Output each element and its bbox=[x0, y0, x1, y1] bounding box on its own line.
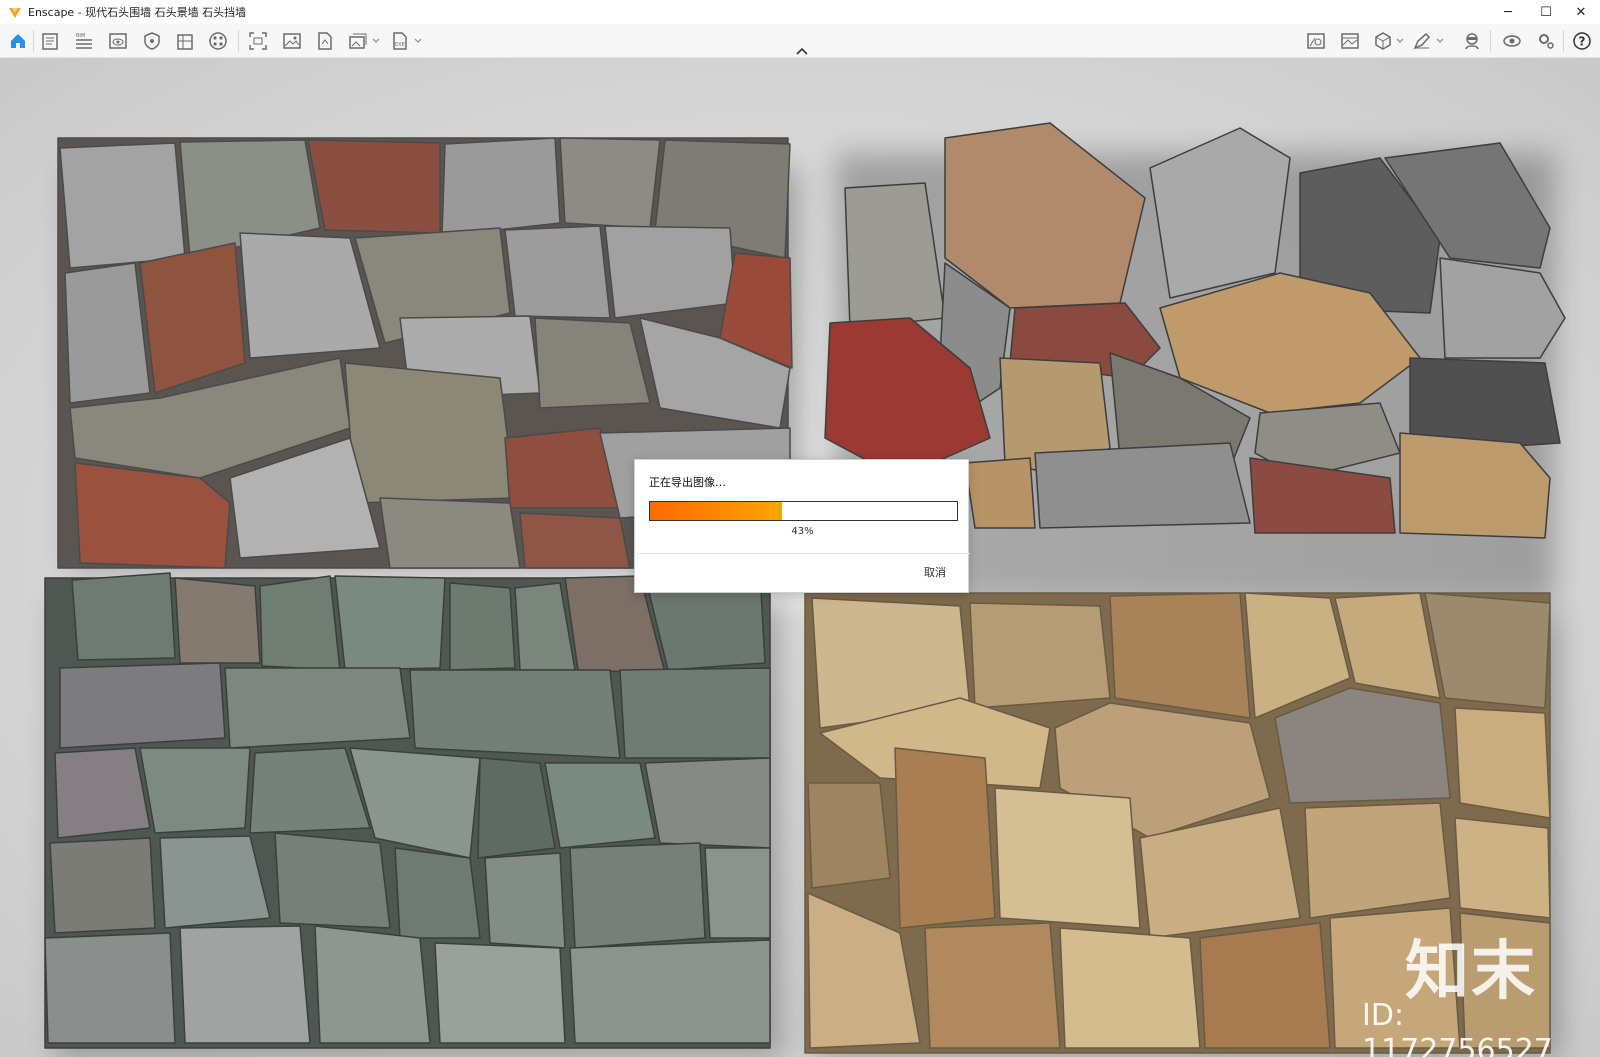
maximize-button[interactable]: ☐ bbox=[1527, 0, 1565, 24]
chevron-down-icon[interactable] bbox=[1436, 34, 1444, 48]
shield-icon[interactable] bbox=[142, 31, 162, 51]
toolbar-separator bbox=[1563, 30, 1564, 52]
svg-text:EXE: EXE bbox=[395, 42, 405, 48]
cancel-button[interactable]: 取消 bbox=[924, 564, 946, 580]
maximize-icon: ☐ bbox=[1540, 4, 1552, 20]
pdf-export-icon[interactable] bbox=[315, 31, 335, 51]
export-progress-fill bbox=[650, 502, 782, 520]
export-progress-bar bbox=[649, 501, 958, 521]
toolbar-separator bbox=[33, 30, 34, 52]
title-bar: Enscape - 现代石头围墙 石头景墙 石头挡墙 ─ ☐ ✕ bbox=[0, 0, 1600, 24]
close-icon: ✕ bbox=[1575, 4, 1587, 20]
chevron-down-icon[interactable] bbox=[1396, 34, 1404, 48]
home-icon[interactable] bbox=[8, 31, 28, 51]
stone-wall-green-slate bbox=[44, 572, 771, 1049]
toolbar-separator bbox=[238, 30, 239, 52]
watermark-id: ID: 1172756527 bbox=[1362, 998, 1553, 1057]
window-title: Enscape - 现代石头围墙 石头景墙 石头挡墙 bbox=[28, 6, 247, 19]
close-button[interactable]: ✕ bbox=[1562, 0, 1600, 24]
visual-settings-icon[interactable] bbox=[1502, 31, 1522, 51]
collapse-toolbar-icon[interactable] bbox=[795, 46, 809, 56]
export-progress-dialog: 正在导出图像… 43% 取消 bbox=[634, 459, 970, 593]
vr-headset-icon[interactable] bbox=[1462, 31, 1482, 51]
minimize-button[interactable]: ─ bbox=[1489, 0, 1527, 24]
asset-library-icon[interactable] bbox=[1306, 31, 1326, 51]
help-icon[interactable]: ? bbox=[1572, 31, 1592, 51]
material-palette-icon[interactable] bbox=[208, 31, 228, 51]
cube-view-icon[interactable] bbox=[1373, 31, 1393, 51]
export-progress-percent: 43% bbox=[791, 526, 814, 537]
toolbar-separator bbox=[1490, 30, 1491, 52]
settings-icon[interactable] bbox=[1536, 31, 1556, 51]
minimize-icon: ─ bbox=[1504, 4, 1512, 20]
export-message: 正在导出图像… bbox=[649, 476, 726, 489]
notes-icon[interactable] bbox=[40, 31, 60, 51]
svg-text:?: ? bbox=[1579, 35, 1586, 49]
svg-text:BIM: BIM bbox=[76, 33, 85, 39]
gallery-icon[interactable] bbox=[1340, 31, 1360, 51]
exe-export-icon[interactable]: EXE bbox=[390, 31, 410, 51]
view-icon[interactable] bbox=[108, 31, 128, 51]
screenshot-icon[interactable] bbox=[248, 31, 268, 51]
chevron-down-icon[interactable] bbox=[414, 34, 422, 48]
chevron-down-icon[interactable] bbox=[372, 34, 380, 48]
batch-render-icon[interactable] bbox=[348, 31, 368, 51]
enscape-logo-icon bbox=[9, 8, 21, 18]
dialog-divider bbox=[635, 553, 970, 554]
image-icon[interactable] bbox=[282, 31, 302, 51]
bim-icon[interactable]: BIM bbox=[74, 31, 94, 51]
building-icon[interactable] bbox=[175, 31, 195, 51]
pen-tool-icon[interactable] bbox=[1412, 31, 1432, 51]
